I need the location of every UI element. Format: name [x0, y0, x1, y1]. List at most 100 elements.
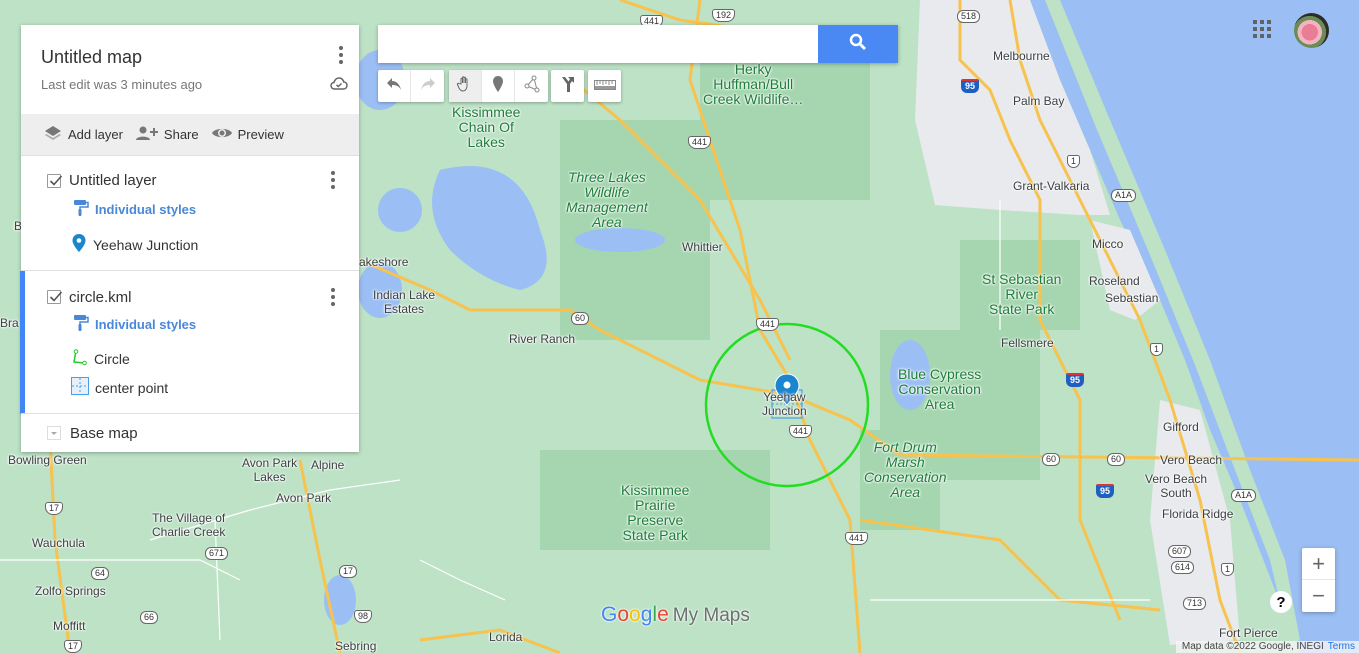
layer-name[interactable]: Untitled layer — [69, 172, 157, 189]
map-label-yeehaw: Yeehaw Junction — [762, 390, 807, 418]
share-label: Share — [163, 127, 199, 142]
blue-pin-icon — [71, 233, 87, 256]
map-label-herky: Herky Huffman/Bull Creek Wildlife… — [703, 61, 804, 107]
feature-item[interactable]: Circle — [71, 349, 130, 369]
map-label-roseland: Roseland — [1089, 274, 1140, 288]
history-toolbar — [378, 70, 444, 102]
draw-line-icon — [523, 75, 541, 98]
route-shield: 1 — [1067, 155, 1081, 168]
zoom-controls: + − — [1302, 548, 1335, 612]
search-button[interactable] — [818, 25, 898, 63]
map-options-menu-button[interactable] — [331, 43, 351, 67]
paint-roller-icon — [73, 199, 89, 220]
map-label-alpine: Alpine — [311, 458, 345, 472]
logo-letter: g — [640, 603, 653, 626]
style-label: Individual styles — [95, 202, 197, 217]
search-icon — [849, 33, 867, 56]
map-label-kissimmee-chain: Kissimmee Chain Of Lakes — [452, 104, 521, 150]
map-label-vero-beach-south: Vero Beach South — [1145, 472, 1208, 500]
map-label-lorida: Lorida — [489, 630, 523, 644]
logo-letter: e — [657, 603, 669, 626]
layer-visibility-checkbox[interactable] — [47, 290, 63, 304]
base-map-label: Base map — [70, 425, 138, 442]
marker-icon — [492, 75, 504, 98]
terms-link[interactable]: Terms — [1328, 641, 1355, 653]
route-shield: 518 — [957, 10, 981, 23]
interstate-shield: 95 — [961, 79, 980, 93]
eye-icon — [211, 126, 233, 143]
layer-options-menu-button[interactable] — [323, 168, 343, 192]
draw-line-tool[interactable] — [515, 70, 548, 102]
zoom-out-button[interactable]: − — [1302, 580, 1335, 612]
map-label-grant-valkaria: Grant-Valkaria — [1013, 179, 1090, 193]
undo-button[interactable] — [378, 70, 411, 102]
green-line-icon — [71, 349, 88, 369]
layer-untitled: Untitled layer Individual styles Yeehaw … — [21, 155, 359, 270]
lake — [378, 188, 422, 232]
map-label-indian-lake: Indian Lake Estates — [373, 288, 436, 316]
map-label-fort-pierce: Fort Pierce — [1219, 626, 1278, 640]
map-attribution: Map data ©2022 Google, INEGI — [1181, 641, 1324, 652]
map-label-wauchula: Wauchula — [32, 536, 85, 550]
map-label-blue-cypress: Blue Cypress Conservation Area — [898, 366, 982, 412]
base-map-section[interactable]: Base map — [21, 413, 359, 452]
layer-style-link[interactable]: Individual styles — [73, 314, 196, 335]
logo-letter: o — [617, 603, 630, 626]
route-shield: A1A — [1111, 189, 1137, 202]
map-label-three-lakes: Three Lakes Wildlife Management Area — [566, 169, 648, 230]
search-input[interactable] — [378, 25, 818, 63]
preview-button[interactable]: Preview — [211, 126, 284, 143]
map-label-fort-drum: Fort Drum Marsh Conservation Area — [864, 439, 947, 500]
add-directions-button[interactable] — [551, 70, 584, 102]
feature-label: center point — [95, 379, 169, 396]
add-layer-button[interactable]: Add layer — [43, 124, 123, 145]
logo-letter: G — [601, 603, 618, 626]
add-marker-tool[interactable] — [482, 70, 515, 102]
feature-item[interactable]: center point — [71, 377, 168, 398]
zoom-in-button[interactable]: + — [1302, 548, 1335, 580]
style-label: Individual styles — [95, 317, 197, 332]
map-label-bra: Bra — [0, 316, 19, 330]
layers-icon — [43, 124, 63, 145]
route-shield: 614 — [1171, 561, 1195, 574]
layer-name[interactable]: circle.kml — [69, 289, 132, 306]
drawing-toolbar — [449, 70, 548, 102]
blue-crosshair-box-icon — [71, 377, 89, 398]
select-pan-tool[interactable] — [449, 70, 482, 102]
help-button[interactable]: ? — [1270, 591, 1292, 613]
layer-visibility-checkbox[interactable] — [47, 174, 63, 188]
google-apps-button[interactable] — [1253, 20, 1271, 38]
expand-arrow-icon[interactable] — [47, 426, 61, 440]
map-label-palm-bay: Palm Bay — [1013, 94, 1065, 108]
add-layer-label: Add layer — [68, 127, 123, 142]
map-label-zolfo-springs: Zolfo Springs — [35, 584, 106, 598]
route-shield: 60 — [1042, 453, 1061, 466]
logo-letter: o — [629, 603, 641, 626]
feature-item[interactable]: Yeehaw Junction — [71, 233, 198, 256]
map-footer: Map data ©2022 Google, INEGI Terms — [1175, 641, 1359, 653]
layer-circle-kml: circle.kml Individual styles Circle cent… — [20, 270, 359, 414]
map-label-kissimmee-prairie: Kissimmee Prairie Preserve State Park — [621, 482, 690, 543]
map-label-moffitt: Moffitt — [53, 619, 86, 633]
route-shield: 192 — [712, 9, 736, 22]
route-shield: 64 — [91, 567, 110, 580]
layer-style-link[interactable]: Individual styles — [73, 199, 196, 220]
map-label-vero-beach: Vero Beach — [1160, 453, 1223, 467]
route-shield: 66 — [140, 611, 159, 624]
share-button[interactable]: Share — [135, 125, 199, 144]
hand-icon — [456, 75, 474, 98]
map-title[interactable]: Untitled map — [41, 47, 142, 68]
map-label-sebastian: Sebastian — [1105, 291, 1159, 305]
layer-options-menu-button[interactable] — [323, 285, 343, 309]
redo-icon — [420, 77, 436, 96]
lake — [432, 166, 547, 290]
add-person-icon — [135, 125, 159, 144]
account-avatar[interactable] — [1294, 13, 1329, 48]
route-shield: 1 — [1150, 343, 1164, 356]
lake — [575, 228, 665, 252]
panel-header: Untitled map Last edit was 3 minutes ago — [21, 25, 359, 114]
redo-button[interactable] — [411, 70, 444, 102]
map-label-gifford: Gifford — [1163, 420, 1199, 434]
measure-distances-button[interactable] — [588, 70, 621, 102]
ruler-icon — [593, 77, 616, 95]
